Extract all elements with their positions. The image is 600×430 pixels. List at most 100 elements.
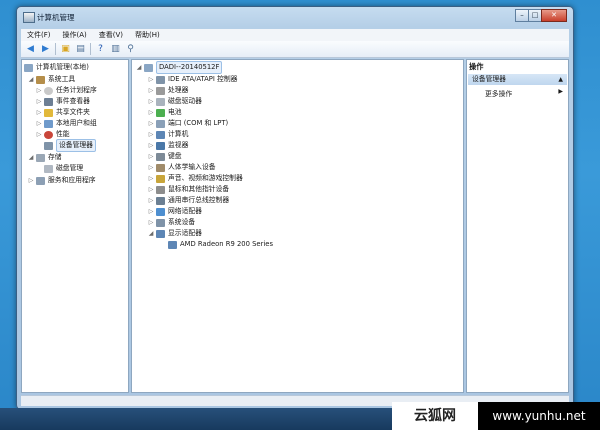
submenu-arrow-icon[interactable]: ▶ — [558, 88, 563, 95]
console-tree-pane[interactable]: 计算机管理(本地) ◢ 系统工具 ▷ 任务计划程序 ▷ 事件查看器 ▷ 共享文件… — [21, 59, 129, 393]
expand-icon[interactable]: ▷ — [148, 206, 154, 217]
expand-icon[interactable]: ▷ — [148, 173, 154, 184]
back-arrow-icon[interactable]: ◀ — [25, 44, 36, 55]
device-category-item[interactable]: ▷ 通用串行总线控制器 — [148, 195, 229, 206]
device-category-item[interactable]: ▷ 端口 (COM 和 LPT) — [148, 118, 228, 129]
device-category-item[interactable]: ▷ 声音、视频和游戏控制器 — [148, 173, 243, 184]
expand-icon[interactable]: ▷ — [148, 217, 154, 228]
tools-icon — [36, 75, 45, 84]
storage-icon — [36, 153, 45, 162]
device-tree-pane[interactable]: ◢ DADI--20140512F ▷ IDE ATA/ATAPI 控制器 ▷ 处理器… — [131, 59, 464, 393]
properties-icon[interactable]: ▥ — [110, 44, 121, 55]
collapse-up-icon[interactable]: ▲ — [558, 74, 563, 85]
close-button[interactable]: ✕ — [541, 9, 567, 22]
expand-icon[interactable]: ▷ — [148, 162, 154, 173]
processor-icon — [156, 86, 165, 95]
device-category-item[interactable]: ▷ 电池 — [148, 107, 182, 118]
menu-action[interactable]: 操作(A) — [57, 30, 93, 40]
expand-icon[interactable]: ▷ — [148, 96, 154, 107]
expand-icon[interactable]: ▷ — [36, 85, 42, 96]
expand-icon[interactable]: ▷ — [36, 96, 42, 107]
tree-item-shared-folders[interactable]: ▷ 共享文件夹 — [36, 107, 90, 118]
device-category-item[interactable]: ▷ 计算机 — [148, 129, 188, 140]
expand-icon[interactable]: ▷ — [148, 151, 154, 162]
device-category-item[interactable]: ▷ 鼠标和其他指针设备 — [148, 184, 229, 195]
disk-drive-icon — [156, 97, 165, 106]
device-item-amd-radeon[interactable]: AMD Radeon R9 200 Series — [168, 239, 273, 250]
collapse-icon[interactable]: ◢ — [136, 62, 142, 73]
tree-item-local-users[interactable]: ▷ 本地用户和组 — [36, 118, 97, 129]
expand-icon[interactable]: ▷ — [148, 85, 154, 96]
minimize-button[interactable]: – — [515, 9, 529, 22]
collapse-icon[interactable]: ◢ — [148, 228, 154, 239]
device-category-item[interactable]: ◢ 显示适配器 — [148, 228, 202, 239]
monitor-icon — [156, 141, 165, 150]
device-category-item[interactable]: ▷ 监视器 — [148, 140, 188, 151]
device-category-item[interactable]: ▷ 键盘 — [148, 151, 182, 162]
expand-icon[interactable]: ▷ — [148, 129, 154, 140]
performance-icon — [44, 130, 53, 139]
actions-pane: 操作 设备管理器 ▲ 更多操作 ▶ — [466, 59, 569, 393]
maximize-button[interactable]: □ — [528, 9, 542, 22]
console-tree-icon[interactable]: ▤ — [75, 44, 86, 55]
menu-file[interactable]: 文件(F) — [21, 30, 57, 40]
folder-up-icon[interactable]: ▣ — [60, 44, 71, 55]
tree-item-storage[interactable]: ◢ 存储 — [28, 152, 62, 163]
tree-item-system-tools[interactable]: ◢ 系统工具 — [28, 74, 75, 85]
expand-icon[interactable]: ▷ — [148, 74, 154, 85]
expand-icon[interactable]: ▷ — [148, 184, 154, 195]
keyboard-icon — [156, 152, 165, 161]
tree-item-disk-management[interactable]: 磁盘管理 — [36, 163, 83, 174]
device-category-item[interactable]: ▷ IDE ATA/ATAPI 控制器 — [148, 74, 237, 85]
more-actions-link[interactable]: 更多操作 — [485, 88, 512, 98]
expand-icon[interactable]: ▷ — [148, 195, 154, 206]
menu-help[interactable]: 帮助(H) — [129, 30, 166, 40]
title-bar[interactable]: 计算机管理 – □ ✕ — [17, 7, 573, 27]
menu-view[interactable]: 查看(V) — [93, 30, 129, 40]
device-category-label: 系统设备 — [168, 218, 196, 226]
expand-icon[interactable]: ▷ — [36, 118, 42, 129]
device-category-item[interactable]: ▷ 磁盘驱动器 — [148, 96, 202, 107]
expand-icon[interactable]: ▷ — [36, 129, 42, 140]
clock-icon — [44, 86, 53, 95]
device-category-label: 通用串行总线控制器 — [168, 196, 230, 204]
tree-item-services-apps[interactable]: ▷ 服务和应用程序 — [28, 175, 96, 186]
forward-arrow-icon[interactable]: ▶ — [40, 44, 51, 55]
actions-header: 操作 — [469, 62, 484, 71]
device-category-label: 鼠标和其他指针设备 — [168, 185, 230, 193]
expand-icon[interactable]: ▷ — [148, 118, 154, 129]
device-category-label: 计算机 — [168, 130, 189, 138]
device-category-item[interactable]: ▷ 网络适配器 — [148, 206, 202, 217]
actions-section-device-manager[interactable]: 设备管理器 ▲ — [468, 74, 567, 85]
device-category-item[interactable]: ▷ 系统设备 — [148, 217, 195, 228]
device-category-item[interactable]: ▷ 处理器 — [148, 85, 188, 96]
tree-item-event-viewer[interactable]: ▷ 事件查看器 — [36, 96, 90, 107]
event-viewer-icon — [44, 97, 53, 106]
device-category-label: IDE ATA/ATAPI 控制器 — [168, 75, 238, 83]
device-category-label: 磁盘驱动器 — [168, 97, 202, 105]
device-tree-root[interactable]: ◢ DADI--20140512F — [136, 61, 223, 74]
watermark-right: www.yunhu.net — [478, 402, 600, 430]
computer-management-icon — [23, 12, 35, 23]
network-icon — [156, 207, 165, 216]
system-device-icon — [156, 218, 165, 227]
device-category-label: 端口 (COM 和 LPT) — [168, 119, 229, 127]
shared-folder-icon — [44, 108, 53, 117]
expand-icon[interactable]: ▷ — [148, 140, 154, 151]
device-category-label: 网络适配器 — [168, 207, 202, 215]
device-category-label: 电池 — [168, 108, 182, 116]
help-icon[interactable]: ? — [95, 44, 106, 55]
device-manager-icon — [44, 141, 53, 150]
expand-icon[interactable]: ▷ — [28, 175, 34, 186]
display-adapter-icon — [168, 240, 177, 249]
collapse-icon[interactable]: ◢ — [28, 152, 34, 163]
device-category-label: 监视器 — [168, 141, 189, 149]
device-category-item[interactable]: ▷ 人体学输入设备 — [148, 162, 216, 173]
device-scan-icon[interactable]: ⚲ — [125, 44, 136, 55]
tree-item-task-scheduler[interactable]: ▷ 任务计划程序 — [36, 85, 97, 96]
tree-item-device-manager[interactable]: 设备管理器 — [36, 139, 96, 152]
collapse-icon[interactable]: ◢ — [28, 74, 34, 85]
tree-root[interactable]: 计算机管理(本地) — [24, 62, 89, 73]
expand-icon[interactable]: ▷ — [148, 107, 154, 118]
expand-icon[interactable]: ▷ — [36, 107, 42, 118]
